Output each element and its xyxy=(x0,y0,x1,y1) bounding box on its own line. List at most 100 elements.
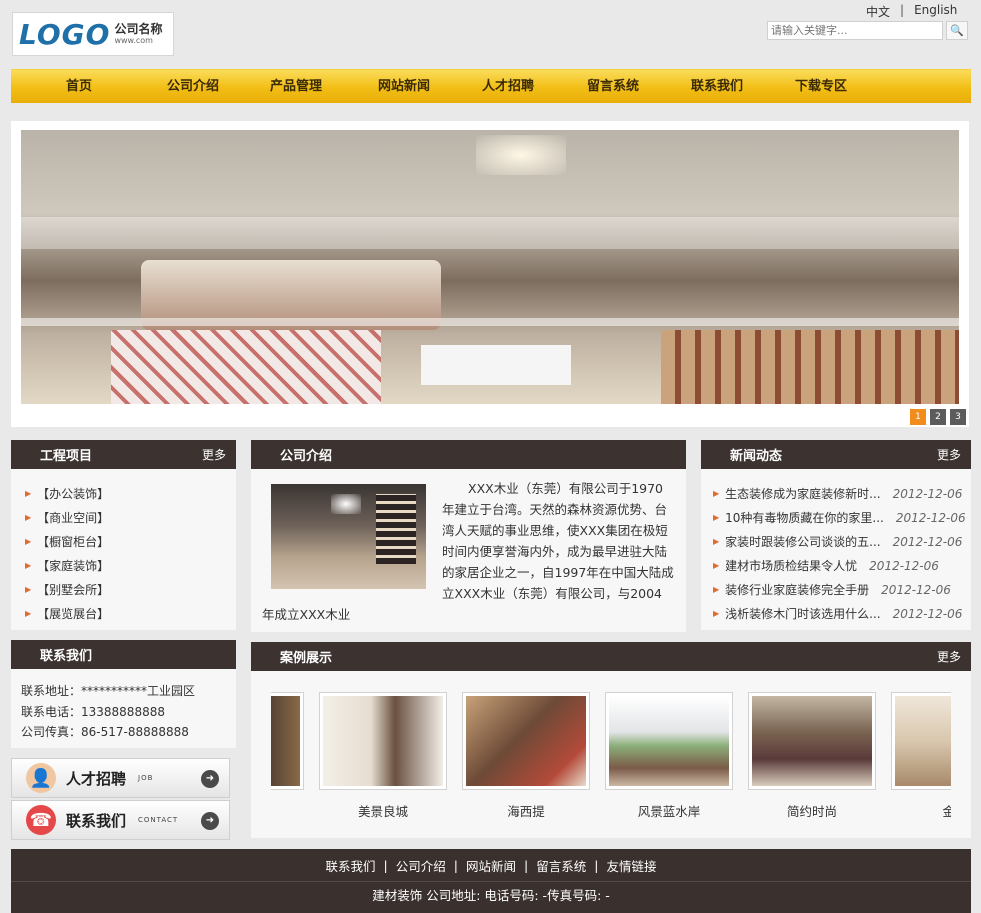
contact-title: 联系我们 xyxy=(40,649,93,664)
contact-header: 联系我们 xyxy=(11,640,236,669)
phone-icon: ☎ xyxy=(26,805,56,835)
footer-link-news[interactable]: 网站新闻 xyxy=(466,856,516,875)
news-list: ▶ 生态装修成为家庭装修新时... 2012-12-06 ▶ 10种有毒物质藏在你的家… xyxy=(701,469,971,626)
banner-slider xyxy=(11,121,969,427)
nav-item-contact[interactable]: 联系我们 xyxy=(665,70,769,104)
search-input[interactable] xyxy=(767,21,943,40)
bullet-icon: ▶ xyxy=(713,561,720,570)
logo-company-name: 公司名称 xyxy=(114,22,163,36)
nav-item-messages[interactable]: 留言系统 xyxy=(561,70,665,104)
list-item[interactable]: ▶ 【家庭装饰】 xyxy=(25,554,236,578)
projects-title: 工程项目 xyxy=(40,449,93,464)
nav-item-about[interactable]: 公司介绍 xyxy=(147,70,239,104)
projects-header: 工程项目 更多 xyxy=(11,440,236,469)
footer-link-friends[interactable]: 友情链接 xyxy=(606,856,656,875)
contact-info: 联系地址：***********工业园区 联系电话：13388888888 公司… xyxy=(11,669,236,743)
bullet-icon: ▶ xyxy=(713,609,720,618)
list-item[interactable]: ▶ 【橱窗柜台】 xyxy=(25,530,236,554)
cases-more-link[interactable]: 更多 xyxy=(937,648,961,665)
contact-tile-label: 联系我们 xyxy=(66,811,127,830)
banner-image[interactable] xyxy=(21,130,959,404)
logo-url: www.com xyxy=(114,36,153,45)
cases-carousel: 美景良城 海西提 风景蓝水岸 简约时尚 金辉 xyxy=(271,692,951,827)
news-title: 新闻动态 xyxy=(730,449,783,464)
nav-item-jobs[interactable]: 人才招聘 xyxy=(455,70,561,104)
list-item[interactable]: ▶ 生态装修成为家庭装修新时... 2012-12-06 xyxy=(713,482,971,506)
contact-panel: 联系我们 联系地址：***********工业园区 联系电话：133888888… xyxy=(11,640,236,748)
about-text-block: XXX木业（东莞）有限公司于1970年建立于台湾。天然的森林资源优势、台湾人天赋… xyxy=(262,478,674,625)
nav-item-products[interactable]: 产品管理 xyxy=(239,70,353,104)
news-more-link[interactable]: 更多 xyxy=(937,446,961,463)
list-item[interactable]: ▶ 建材市场质检结果令人忧 2012-12-06 xyxy=(713,554,971,578)
nav-item-home[interactable]: 首页 xyxy=(11,70,147,104)
bullet-icon: ▶ xyxy=(713,513,720,522)
contact-phone: 联系电话：13388888888 xyxy=(21,704,165,719)
lang-separator: | xyxy=(900,3,905,17)
footer-link-messages[interactable]: 留言系统 xyxy=(536,856,586,875)
contact-tile[interactable]: ☎ 联系我们 CONTACT ➜ xyxy=(11,800,230,840)
bullet-icon: ▶ xyxy=(713,537,720,546)
nav-item-news[interactable]: 网站新闻 xyxy=(353,70,455,104)
search-bar: 🔍 xyxy=(767,21,968,40)
arrow-right-icon: ➜ xyxy=(201,812,219,830)
cases-title: 案例展示 xyxy=(280,651,333,666)
list-item[interactable]: ▶ 10种有毒物质藏在你的家里... 2012-12-06 xyxy=(713,506,971,530)
slide-dot-1[interactable]: 1 xyxy=(910,409,926,425)
main-nav: 首页 公司介绍 产品管理 网站新闻 人才招聘 留言系统 联系我们 下载专区 xyxy=(11,69,971,103)
news-header: 新闻动态 更多 xyxy=(701,440,971,469)
projects-panel: 工程项目 更多 ▶ 【办公装饰】 ▶ 【商业空间】 ▶ 【橱窗柜台】 ▶ 【家庭装饰】 … xyxy=(11,440,236,630)
search-button[interactable]: 🔍 xyxy=(946,21,968,40)
contact-address: 联系地址：***********工业园区 xyxy=(21,684,196,698)
slide-dot-3[interactable]: 3 xyxy=(950,409,966,425)
jobs-tile-label: 人才招聘 xyxy=(66,769,127,788)
cases-panel: 案例展示 更多 美景良城 海西提 风景蓝水岸 简约时尚 金辉 xyxy=(251,642,971,838)
logo-wordmark: LOGO xyxy=(19,17,111,51)
person-icon: 👤 xyxy=(26,763,56,793)
lang-chinese-link[interactable]: 中文 xyxy=(866,3,890,20)
contact-fax: 公司传真：86-517-88888888 xyxy=(21,725,189,739)
slider-pagination: 1 2 3 xyxy=(910,409,966,425)
list-item[interactable]: ▶ 装修行业家庭装修完全手册 2012-12-06 xyxy=(713,578,971,602)
search-icon: 🔍 xyxy=(950,24,964,37)
site-logo[interactable]: LOGO 公司名称 www.com xyxy=(12,12,174,56)
footer-link-about[interactable]: 公司介绍 xyxy=(396,856,446,875)
case-item[interactable]: 简约时尚 xyxy=(748,692,876,820)
projects-more-link[interactable]: 更多 xyxy=(202,446,226,463)
bullet-icon: ▶ xyxy=(25,585,32,594)
footer-separator: | xyxy=(383,857,388,873)
bullet-icon: ▶ xyxy=(25,513,32,522)
jobs-tile-sub: JOB xyxy=(138,774,154,782)
news-panel: 新闻动态 更多 ▶ 生态装修成为家庭装修新时... 2012-12-06 ▶ 10种有… xyxy=(701,440,971,630)
bullet-icon: ▶ xyxy=(713,489,720,498)
case-item[interactable]: 海西提 xyxy=(462,692,590,820)
footer-separator: | xyxy=(453,857,458,873)
bullet-icon: ▶ xyxy=(25,609,32,618)
lang-english-link[interactable]: English xyxy=(914,3,957,20)
case-item[interactable] xyxy=(271,692,304,801)
cases-header: 案例展示 更多 xyxy=(251,642,971,671)
nav-item-downloads[interactable]: 下载专区 xyxy=(769,70,873,104)
slide-dot-2[interactable]: 2 xyxy=(930,409,946,425)
list-item[interactable]: ▶ 【办公装饰】 xyxy=(25,482,236,506)
bullet-icon: ▶ xyxy=(713,585,720,594)
about-title: 公司介绍 xyxy=(280,449,333,464)
footer-links: 联系我们 | 公司介绍 | 网站新闻 | 留言系统 | 友情链接 xyxy=(11,849,971,882)
footer-separator: | xyxy=(594,857,599,873)
case-item[interactable]: 金辉 xyxy=(891,692,951,820)
list-item[interactable]: ▶ 【展览展台】 xyxy=(25,602,236,626)
footer-link-contact[interactable]: 联系我们 xyxy=(326,856,376,875)
footer-separator: | xyxy=(524,857,529,873)
site-footer: 联系我们 | 公司介绍 | 网站新闻 | 留言系统 | 友情链接 建材装饰 公司… xyxy=(11,849,971,913)
list-item[interactable]: ▶ 【商业空间】 xyxy=(25,506,236,530)
bullet-icon: ▶ xyxy=(25,489,32,498)
case-item[interactable]: 美景良城 xyxy=(319,692,447,820)
projects-list: ▶ 【办公装饰】 ▶ 【商业空间】 ▶ 【橱窗柜台】 ▶ 【家庭装饰】 ▶ 【别墅会所】 … xyxy=(11,469,236,626)
case-item[interactable]: 风景蓝水岸 xyxy=(605,692,733,820)
footer-info: 建材装饰 公司地址: 电话号码: -传真号码: - xyxy=(372,888,610,903)
list-item[interactable]: ▶ 家装时跟装修公司谈谈的五... 2012-12-06 xyxy=(713,530,971,554)
list-item[interactable]: ▶ 浅析装修木门时该选用什么... 2012-12-06 xyxy=(713,602,971,626)
arrow-right-icon: ➜ xyxy=(201,770,219,788)
jobs-tile[interactable]: 👤 人才招聘 JOB ➜ xyxy=(11,758,230,798)
contact-tile-sub: CONTACT xyxy=(138,816,179,824)
list-item[interactable]: ▶ 【别墅会所】 xyxy=(25,578,236,602)
